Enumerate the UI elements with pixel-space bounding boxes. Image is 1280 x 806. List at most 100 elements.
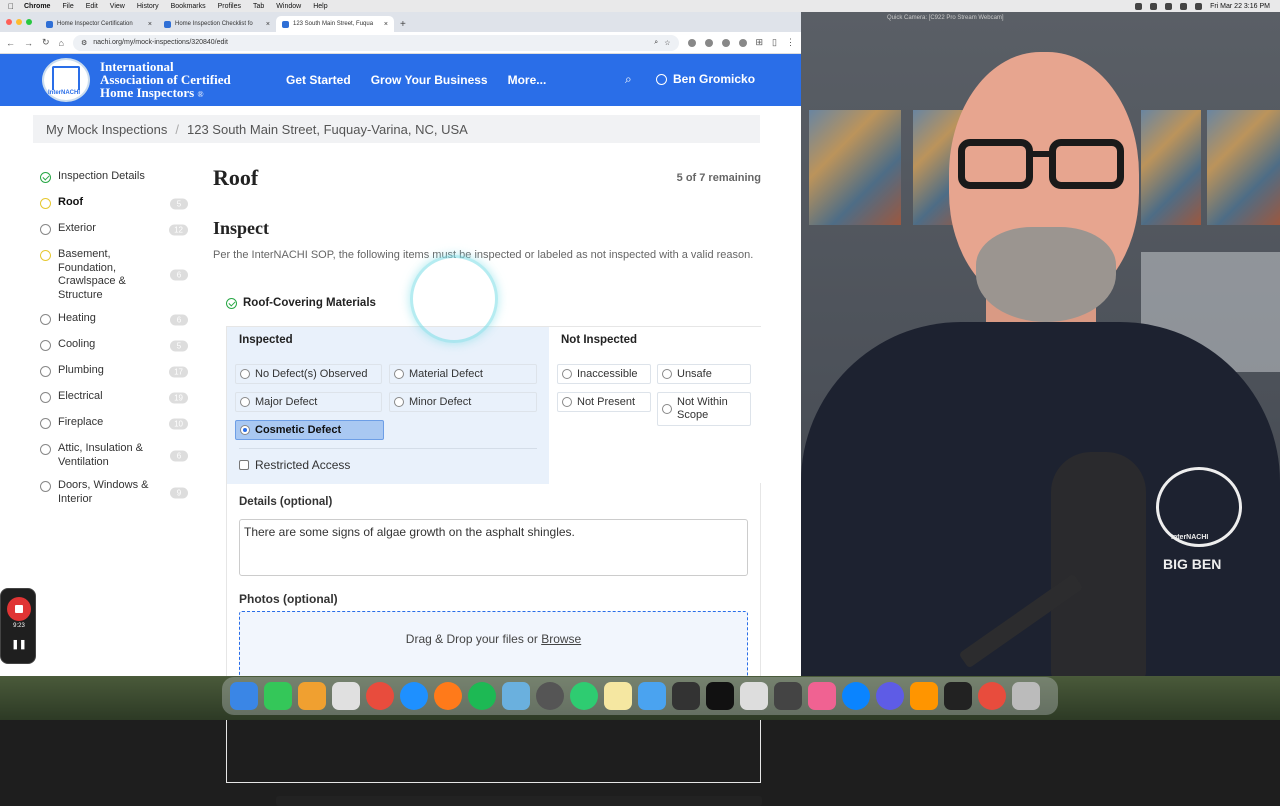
- sidebar-item-exterior[interactable]: Exterior 12: [40, 222, 190, 238]
- photo-dropzone[interactable]: Drag & Drop your files or Browse: [239, 611, 762, 806]
- option-inaccessible[interactable]: Inaccessible: [557, 364, 651, 384]
- final-cut-icon[interactable]: [672, 682, 700, 710]
- notes-icon[interactable]: [604, 682, 632, 710]
- settings-icon[interactable]: [876, 682, 904, 710]
- photos-icon[interactable]: [808, 682, 836, 710]
- nav-get-started[interactable]: Get Started: [286, 73, 351, 87]
- menu-tab[interactable]: Tab: [253, 3, 264, 10]
- menu-kebab-icon[interactable]: ⋮: [786, 37, 795, 48]
- chrome-icon[interactable]: [366, 682, 394, 710]
- address-bar[interactable]: ⚙ nachi.org/my/mock-inspections/320840/e…: [72, 34, 679, 51]
- menubar-clock[interactable]: Fri Mar 22 3:16 PM: [1210, 3, 1270, 10]
- nav-grow-business[interactable]: Grow Your Business: [371, 73, 488, 87]
- new-tab-button[interactable]: +: [394, 19, 412, 32]
- menu-window[interactable]: Window: [276, 3, 301, 10]
- home-icon[interactable]: ⌂: [59, 38, 64, 48]
- slack-icon[interactable]: [332, 682, 360, 710]
- reload-icon[interactable]: ↻: [42, 37, 50, 48]
- sidebar-item-basement[interactable]: Basement, Foundation, Crawlspace & Struc…: [40, 248, 190, 302]
- stop-recording-button[interactable]: [7, 597, 31, 621]
- sidebar-item-doors-windows[interactable]: Doors, Windows & Interior 9: [40, 479, 190, 506]
- sidebar-item-plumbing[interactable]: Plumbing 17: [40, 364, 190, 380]
- internachi-logo[interactable]: InterNACHI: [42, 56, 94, 104]
- 1password-icon[interactable]: [842, 682, 870, 710]
- extension-icon[interactable]: [738, 38, 747, 47]
- preview-icon[interactable]: [638, 682, 666, 710]
- extension-icon[interactable]: [721, 38, 730, 47]
- browse-link[interactable]: Browse: [541, 632, 581, 646]
- menu-help[interactable]: Help: [313, 3, 327, 10]
- option-unsafe[interactable]: Unsafe: [657, 364, 751, 384]
- puzzle-icon[interactable]: ⊞: [756, 37, 764, 48]
- option-not-present[interactable]: Not Present: [557, 392, 651, 412]
- trash-icon[interactable]: [1012, 682, 1040, 710]
- tab-mock-inspection[interactable]: 123 South Main Street, Fuqua ×: [276, 16, 394, 32]
- menu-app[interactable]: Chrome: [24, 3, 50, 10]
- url-text[interactable]: nachi.org/my/mock-inspections/320840/edi…: [93, 39, 228, 46]
- app-icon[interactable]: [536, 682, 564, 710]
- sidebar-item-cooling[interactable]: Cooling 5: [40, 338, 190, 354]
- nav-more[interactable]: More...: [508, 73, 547, 87]
- control-center-icon[interactable]: [1195, 2, 1203, 10]
- breadcrumb-parent[interactable]: My Mock Inspections: [46, 122, 167, 137]
- sublime-icon[interactable]: [298, 682, 326, 710]
- close-tab-icon[interactable]: ×: [384, 21, 388, 28]
- option-cosmetic-defect[interactable]: Cosmetic Defect: [235, 420, 384, 440]
- option-major-defect[interactable]: Major Defect: [235, 392, 382, 412]
- menu-edit[interactable]: Edit: [86, 3, 98, 10]
- menu-profiles[interactable]: Profiles: [218, 3, 241, 10]
- calculator-icon[interactable]: [774, 682, 802, 710]
- bookmark-star-icon[interactable]: ☆: [664, 39, 670, 47]
- textedit-icon[interactable]: [740, 682, 768, 710]
- status-icon[interactable]: [1165, 2, 1173, 10]
- screen-recorder-icon[interactable]: [944, 682, 972, 710]
- back-icon[interactable]: ←: [6, 38, 15, 48]
- tab-certification[interactable]: Home Inspector Certification ×: [40, 16, 158, 32]
- menu-file[interactable]: File: [62, 3, 73, 10]
- sidebar-item-electrical[interactable]: Electrical 19: [40, 390, 190, 406]
- sidebar-item-attic[interactable]: Attic, Insulation & Ventilation 6: [40, 442, 190, 469]
- firefox-icon[interactable]: [434, 682, 462, 710]
- status-icon[interactable]: [1150, 2, 1158, 10]
- zoom-icon[interactable]: ⌕: [654, 39, 658, 47]
- menu-bookmarks[interactable]: Bookmarks: [171, 3, 206, 10]
- option-no-defect[interactable]: No Defect(s) Observed: [235, 364, 382, 384]
- chrome-icon[interactable]: [978, 682, 1006, 710]
- finder-icon[interactable]: [230, 682, 258, 710]
- tab-checklist[interactable]: Home Inspection Checklist fo ×: [158, 16, 276, 32]
- restricted-access-checkbox[interactable]: Restricted Access: [239, 458, 350, 472]
- wifi-icon[interactable]: [1180, 2, 1188, 10]
- extension-icon[interactable]: [704, 38, 713, 47]
- apple-icon[interactable]: : [8, 2, 14, 11]
- cursor-app-icon[interactable]: [706, 682, 734, 710]
- minimize-window-button[interactable]: [16, 19, 22, 25]
- app-icon[interactable]: [502, 682, 530, 710]
- sidebar-item-fireplace[interactable]: Fireplace 10: [40, 416, 190, 432]
- spotify-icon[interactable]: [468, 682, 496, 710]
- site-info-icon[interactable]: ⚙: [81, 39, 87, 47]
- close-tab-icon[interactable]: ×: [266, 21, 270, 28]
- sidebar-item-roof[interactable]: Roof 5: [40, 196, 190, 212]
- sidebar-item-inspection-details[interactable]: Inspection Details: [40, 170, 190, 186]
- sidebar-item-heating[interactable]: Heating 6: [40, 312, 190, 328]
- menu-history[interactable]: History: [137, 3, 159, 10]
- close-tab-icon[interactable]: ×: [148, 21, 152, 28]
- app-icon[interactable]: [570, 682, 598, 710]
- close-window-button[interactable]: [6, 19, 12, 25]
- pages-icon[interactable]: [910, 682, 938, 710]
- option-material-defect[interactable]: Material Defect: [389, 364, 537, 384]
- option-not-within-scope[interactable]: Not Within Scope: [657, 392, 751, 426]
- status-icon[interactable]: [1135, 2, 1143, 10]
- details-textarea[interactable]: There are some signs of algae growth on …: [239, 519, 748, 576]
- sidepanel-icon[interactable]: ▯: [772, 37, 777, 48]
- brand-name[interactable]: International Association of Certified H…: [100, 60, 260, 101]
- safari-icon[interactable]: [400, 682, 428, 710]
- extension-icon[interactable]: [687, 38, 696, 47]
- zoom-window-button[interactable]: [26, 19, 32, 25]
- user-menu[interactable]: Ben Gromicko: [656, 72, 755, 86]
- forward-icon[interactable]: →: [24, 38, 33, 48]
- pause-icon[interactable]: ❚❚: [1, 639, 37, 650]
- messages-icon[interactable]: [264, 682, 292, 710]
- search-icon[interactable]: ⌕: [625, 72, 632, 87]
- option-minor-defect[interactable]: Minor Defect: [389, 392, 537, 412]
